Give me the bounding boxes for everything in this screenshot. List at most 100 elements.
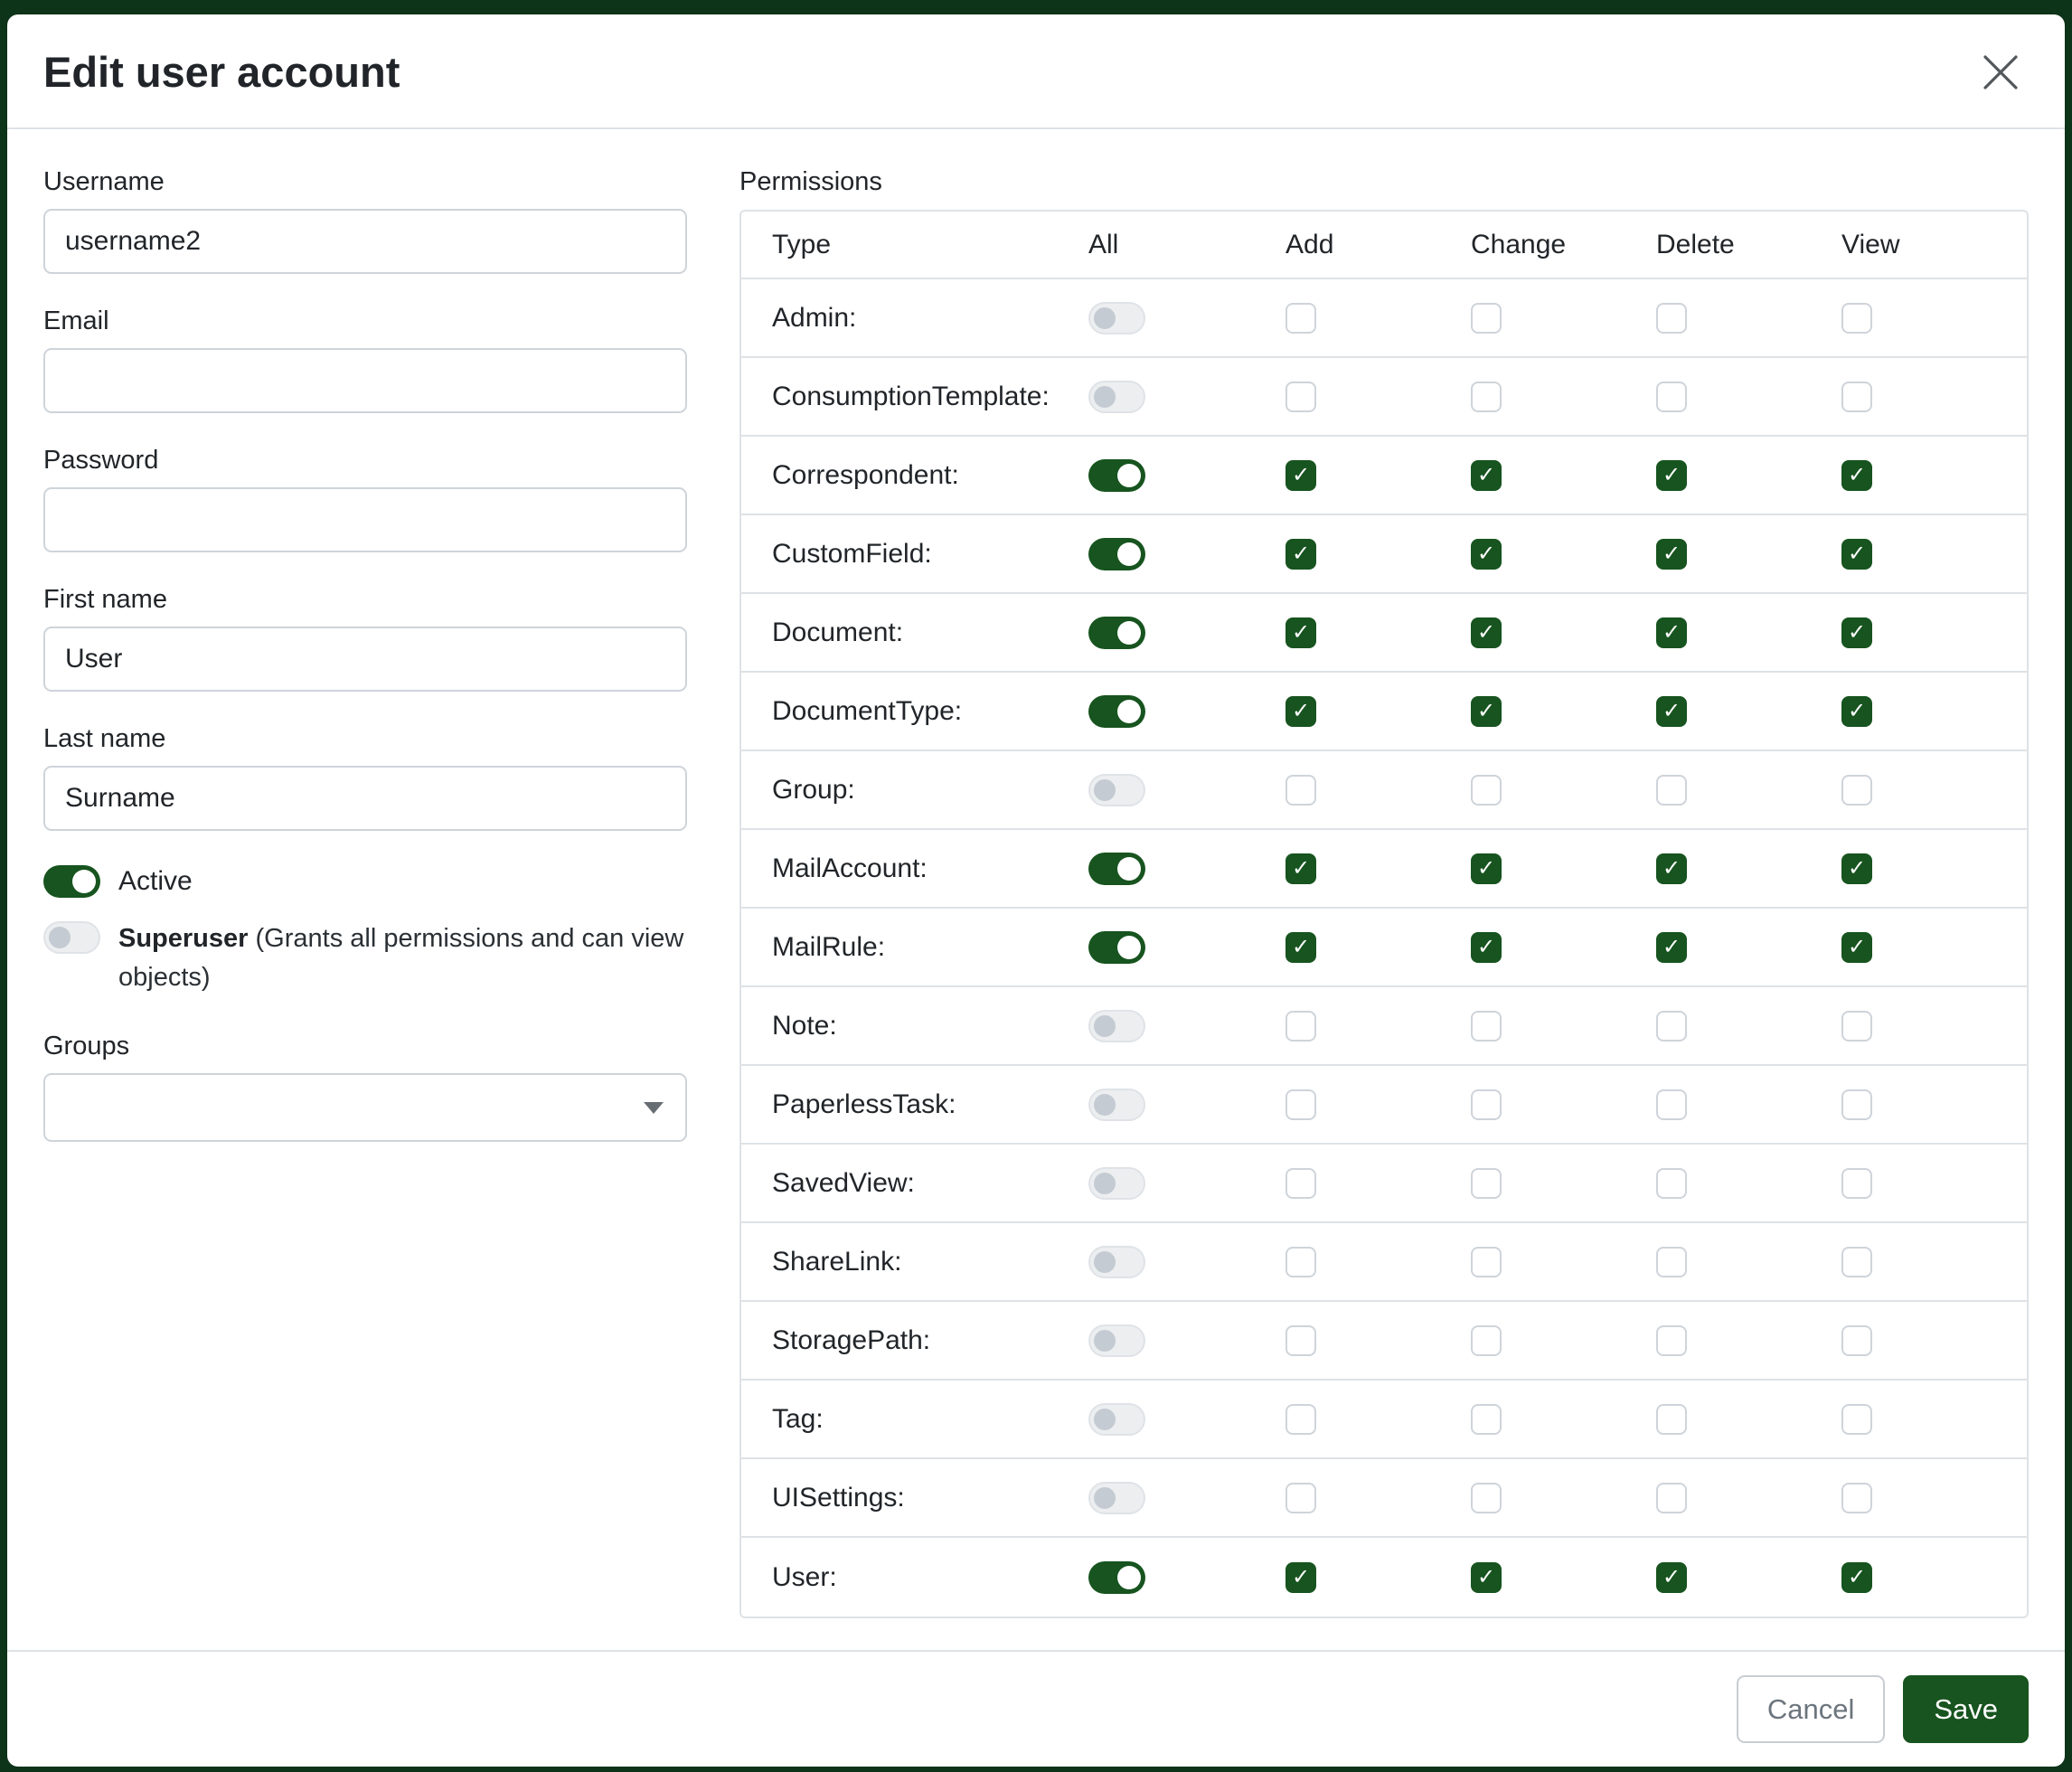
permission-view-checkbox[interactable] bbox=[1841, 1089, 1872, 1120]
username-input[interactable] bbox=[43, 209, 687, 274]
permission-delete-checkbox[interactable] bbox=[1656, 617, 1687, 648]
permission-add-checkbox[interactable] bbox=[1286, 1168, 1316, 1199]
permission-change-checkbox[interactable] bbox=[1471, 932, 1502, 963]
permission-all-toggle[interactable] bbox=[1088, 931, 1145, 964]
permission-view-checkbox[interactable] bbox=[1841, 775, 1872, 806]
first-name-input[interactable] bbox=[43, 627, 687, 692]
permission-all-toggle[interactable] bbox=[1088, 1010, 1145, 1042]
permission-add-checkbox[interactable] bbox=[1286, 1011, 1316, 1042]
permission-view-checkbox[interactable] bbox=[1841, 696, 1872, 727]
permission-view-checkbox[interactable] bbox=[1841, 853, 1872, 884]
permission-view-checkbox[interactable] bbox=[1841, 382, 1872, 412]
last-name-input[interactable] bbox=[43, 766, 687, 831]
permission-delete-checkbox[interactable] bbox=[1656, 1168, 1687, 1199]
permission-add-checkbox[interactable] bbox=[1286, 775, 1316, 806]
active-toggle[interactable] bbox=[43, 865, 100, 898]
permission-change-checkbox[interactable] bbox=[1471, 853, 1502, 884]
permission-add-checkbox[interactable] bbox=[1286, 303, 1316, 334]
permission-view-checkbox[interactable] bbox=[1841, 539, 1872, 570]
permission-all-toggle[interactable] bbox=[1088, 1167, 1145, 1200]
permission-view-checkbox[interactable] bbox=[1841, 460, 1872, 491]
permission-add-checkbox[interactable] bbox=[1286, 1483, 1316, 1513]
permission-delete-cell bbox=[1656, 617, 1841, 648]
permission-delete-checkbox[interactable] bbox=[1656, 1404, 1687, 1435]
permission-all-toggle[interactable] bbox=[1088, 302, 1145, 335]
superuser-toggle[interactable] bbox=[43, 921, 100, 954]
permission-delete-checkbox[interactable] bbox=[1656, 1325, 1687, 1356]
permission-add-checkbox[interactable] bbox=[1286, 1247, 1316, 1277]
permission-change-checkbox[interactable] bbox=[1471, 1247, 1502, 1277]
permission-add-checkbox[interactable] bbox=[1286, 617, 1316, 648]
permission-change-checkbox[interactable] bbox=[1471, 617, 1502, 648]
permission-change-checkbox[interactable] bbox=[1471, 382, 1502, 412]
permission-add-checkbox[interactable] bbox=[1286, 539, 1316, 570]
permission-all-toggle[interactable] bbox=[1088, 538, 1145, 570]
permission-change-checkbox[interactable] bbox=[1471, 1089, 1502, 1120]
permission-all-toggle[interactable] bbox=[1088, 1246, 1145, 1278]
permission-all-toggle[interactable] bbox=[1088, 381, 1145, 413]
permission-change-checkbox[interactable] bbox=[1471, 539, 1502, 570]
groups-select[interactable] bbox=[43, 1073, 687, 1142]
permission-view-checkbox[interactable] bbox=[1841, 1483, 1872, 1513]
permission-change-checkbox[interactable] bbox=[1471, 1483, 1502, 1513]
permission-add-checkbox[interactable] bbox=[1286, 382, 1316, 412]
permission-view-checkbox[interactable] bbox=[1841, 1562, 1872, 1593]
permission-delete-checkbox[interactable] bbox=[1656, 853, 1687, 884]
permission-delete-checkbox[interactable] bbox=[1656, 460, 1687, 491]
permission-view-checkbox[interactable] bbox=[1841, 1168, 1872, 1199]
permission-delete-checkbox[interactable] bbox=[1656, 1483, 1687, 1513]
permission-delete-checkbox[interactable] bbox=[1656, 696, 1687, 727]
permission-add-checkbox[interactable] bbox=[1286, 1404, 1316, 1435]
permission-view-checkbox[interactable] bbox=[1841, 617, 1872, 648]
permission-all-toggle[interactable] bbox=[1088, 1324, 1145, 1357]
permission-delete-checkbox[interactable] bbox=[1656, 539, 1687, 570]
close-button[interactable] bbox=[1976, 48, 2025, 97]
cancel-button[interactable]: Cancel bbox=[1737, 1675, 1886, 1743]
permission-change-checkbox[interactable] bbox=[1471, 1404, 1502, 1435]
permission-add-checkbox[interactable] bbox=[1286, 853, 1316, 884]
permission-view-checkbox[interactable] bbox=[1841, 1247, 1872, 1277]
permission-add-checkbox[interactable] bbox=[1286, 1089, 1316, 1120]
permission-delete-checkbox[interactable] bbox=[1656, 1562, 1687, 1593]
permission-all-toggle[interactable] bbox=[1088, 1561, 1145, 1594]
permission-change-checkbox[interactable] bbox=[1471, 303, 1502, 334]
permission-add-checkbox[interactable] bbox=[1286, 460, 1316, 491]
permission-all-toggle[interactable] bbox=[1088, 853, 1145, 885]
permission-all-toggle[interactable] bbox=[1088, 1089, 1145, 1121]
permission-all-toggle[interactable] bbox=[1088, 695, 1145, 728]
permission-change-checkbox[interactable] bbox=[1471, 1562, 1502, 1593]
permission-type-label: Correspondent: bbox=[741, 460, 1088, 491]
permission-add-checkbox[interactable] bbox=[1286, 696, 1316, 727]
permission-delete-checkbox[interactable] bbox=[1656, 1089, 1687, 1120]
permission-view-checkbox[interactable] bbox=[1841, 1404, 1872, 1435]
permission-add-checkbox[interactable] bbox=[1286, 1325, 1316, 1356]
permission-delete-cell bbox=[1656, 303, 1841, 334]
permission-all-toggle[interactable] bbox=[1088, 1482, 1145, 1514]
permission-view-checkbox[interactable] bbox=[1841, 303, 1872, 334]
permission-all-toggle[interactable] bbox=[1088, 617, 1145, 649]
permission-view-checkbox[interactable] bbox=[1841, 1325, 1872, 1356]
permission-all-toggle[interactable] bbox=[1088, 774, 1145, 806]
save-button[interactable]: Save bbox=[1903, 1675, 2029, 1743]
permission-change-checkbox[interactable] bbox=[1471, 1325, 1502, 1356]
permission-add-checkbox[interactable] bbox=[1286, 932, 1316, 963]
permission-change-checkbox[interactable] bbox=[1471, 1011, 1502, 1042]
permission-all-toggle[interactable] bbox=[1088, 1403, 1145, 1436]
permission-view-checkbox[interactable] bbox=[1841, 1011, 1872, 1042]
permission-change-checkbox[interactable] bbox=[1471, 1168, 1502, 1199]
password-input[interactable] bbox=[43, 487, 687, 552]
permission-delete-checkbox[interactable] bbox=[1656, 382, 1687, 412]
permission-delete-cell bbox=[1656, 382, 1841, 412]
permission-delete-checkbox[interactable] bbox=[1656, 1247, 1687, 1277]
permission-change-checkbox[interactable] bbox=[1471, 460, 1502, 491]
permission-delete-checkbox[interactable] bbox=[1656, 775, 1687, 806]
permission-delete-checkbox[interactable] bbox=[1656, 1011, 1687, 1042]
permission-view-checkbox[interactable] bbox=[1841, 932, 1872, 963]
permission-add-checkbox[interactable] bbox=[1286, 1562, 1316, 1593]
permission-change-checkbox[interactable] bbox=[1471, 775, 1502, 806]
permission-delete-checkbox[interactable] bbox=[1656, 303, 1687, 334]
email-input[interactable] bbox=[43, 348, 687, 413]
permission-change-checkbox[interactable] bbox=[1471, 696, 1502, 727]
permission-delete-checkbox[interactable] bbox=[1656, 932, 1687, 963]
permission-all-toggle[interactable] bbox=[1088, 459, 1145, 492]
